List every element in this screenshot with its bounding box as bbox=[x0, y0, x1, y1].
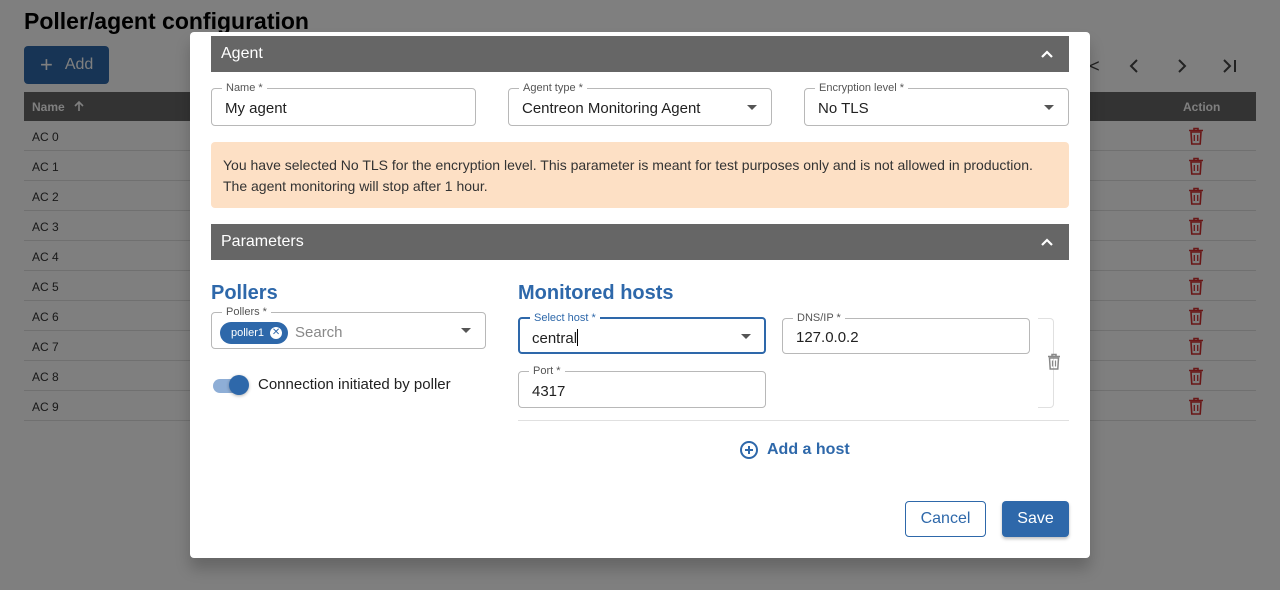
no-tls-warning: You have selected No TLS for the encrypt… bbox=[211, 142, 1069, 208]
agent-type-value: Centreon Monitoring Agent bbox=[522, 100, 701, 117]
warning-line-1: You have selected No TLS for the encrypt… bbox=[223, 157, 1033, 173]
poller-chip[interactable]: poller1 ✕ bbox=[220, 322, 289, 344]
parameters-section-title: Parameters bbox=[221, 233, 304, 250]
dropdown-caret-icon[interactable] bbox=[1044, 105, 1054, 110]
port-field[interactable]: Port * 4317 bbox=[518, 364, 766, 408]
add-host-label: Add a host bbox=[767, 441, 850, 458]
agent-section-title: Agent bbox=[221, 45, 263, 62]
trash-icon[interactable] bbox=[1047, 353, 1061, 370]
select-host-value[interactable]: central bbox=[532, 329, 579, 347]
hosts-divider bbox=[518, 420, 1069, 421]
port-label: Port * bbox=[529, 364, 565, 378]
agent-type-label: Agent type * bbox=[519, 81, 587, 95]
name-field[interactable]: Name * My agent bbox=[211, 81, 476, 126]
pollers-heading: Pollers bbox=[211, 282, 278, 304]
dropdown-caret-icon[interactable] bbox=[747, 105, 757, 110]
dropdown-caret-icon[interactable] bbox=[461, 328, 471, 333]
warning-line-2: The agent monitoring will stop after 1 h… bbox=[223, 178, 488, 194]
name-field-value: My agent bbox=[225, 100, 287, 117]
save-button[interactable]: Save bbox=[1002, 501, 1069, 537]
encryption-level-label: Encryption level * bbox=[815, 81, 908, 95]
text-cursor bbox=[577, 329, 579, 346]
chevron-up-icon[interactable] bbox=[1039, 46, 1055, 62]
dns-ip-value: 127.0.0.2 bbox=[796, 329, 859, 346]
add-circle-icon bbox=[740, 441, 758, 459]
monitored-hosts-heading: Monitored hosts bbox=[518, 282, 674, 304]
agent-config-dialog: Agent Name * My agent Agent type * Centr… bbox=[190, 32, 1090, 558]
parameters-section-header[interactable]: Parameters bbox=[211, 224, 1069, 260]
chevron-up-icon[interactable] bbox=[1039, 234, 1055, 250]
poller-chip-label: poller1 bbox=[231, 327, 265, 339]
connection-toggle-label: Connection initiated by poller bbox=[258, 376, 451, 393]
agent-section-header[interactable]: Agent bbox=[211, 36, 1069, 72]
select-host-label: Select host * bbox=[530, 311, 600, 325]
pollers-autocomplete[interactable]: Pollers * poller1 ✕ Search bbox=[211, 305, 486, 349]
dropdown-caret-icon[interactable] bbox=[741, 334, 751, 339]
connection-toggle[interactable] bbox=[211, 375, 249, 395]
add-host-button[interactable]: Add a host bbox=[740, 441, 850, 459]
pollers-search-placeholder[interactable]: Search bbox=[295, 324, 343, 341]
name-field-label: Name * bbox=[222, 81, 267, 95]
agent-type-select[interactable]: Agent type * Centreon Monitoring Agent bbox=[508, 81, 772, 126]
toggle-thumb[interactable] bbox=[229, 375, 249, 395]
port-value: 4317 bbox=[532, 383, 566, 400]
chip-remove-icon[interactable]: ✕ bbox=[270, 327, 283, 339]
dns-ip-field[interactable]: DNS/IP * 127.0.0.2 bbox=[782, 311, 1030, 354]
encryption-level-select[interactable]: Encryption level * No TLS bbox=[804, 81, 1069, 126]
pollers-label: Pollers * bbox=[222, 305, 271, 319]
encryption-level-value: No TLS bbox=[818, 100, 869, 117]
dns-ip-label: DNS/IP * bbox=[793, 311, 845, 325]
select-host-text: central bbox=[532, 330, 578, 347]
cancel-button[interactable]: Cancel bbox=[905, 501, 986, 537]
select-host-field[interactable]: Select host * central bbox=[518, 311, 766, 354]
